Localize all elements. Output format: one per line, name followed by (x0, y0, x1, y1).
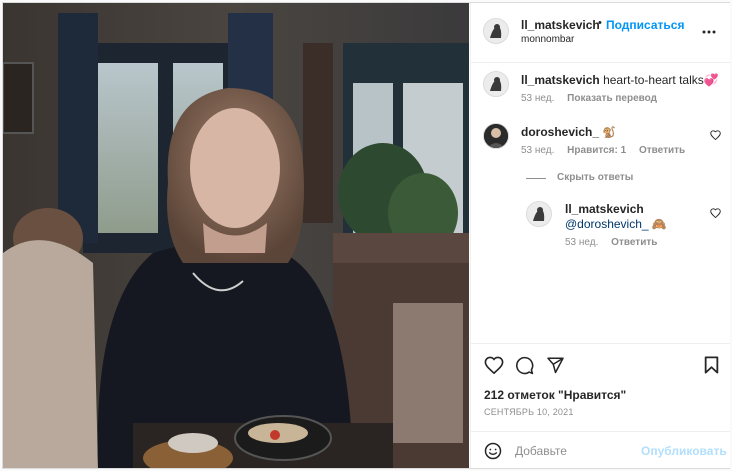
caption-time[interactable]: 53 нед. (521, 93, 554, 104)
comment-meta: 53 нед. Нравится: 1 Ответить (521, 145, 685, 156)
reply-time[interactable]: 53 нед. (565, 237, 598, 248)
reply-avatar[interactable] (526, 201, 552, 227)
bookmark-save-icon[interactable] (704, 356, 719, 374)
comment-like-heart-icon[interactable] (710, 130, 721, 140)
caption-text: heart-to-heart talks💞 (603, 73, 719, 87)
post-dialog: ll_matskevich • Подписаться monnombar ll… (2, 2, 730, 469)
more-options-icon[interactable] (702, 30, 716, 34)
avatar-image (484, 124, 508, 148)
post-photo[interactable] (3, 3, 469, 468)
follow-button[interactable]: Подписаться (606, 18, 684, 32)
comment-text: 🐒 (602, 127, 617, 139)
author-avatar[interactable] (483, 18, 509, 44)
comment-bubble-icon[interactable] (515, 356, 534, 375)
caption-meta: 53 нед. Показать перевод (521, 93, 657, 104)
caption-avatar[interactable] (483, 71, 509, 97)
publish-button[interactable]: Опубликовать (641, 444, 727, 458)
reply-text-row: @doroshevich_ 🙈 (565, 217, 667, 231)
header-dot-separator: • (598, 17, 602, 29)
post-header: ll_matskevich • Подписаться monnombar (471, 3, 730, 63)
comment-time[interactable]: 53 нед. (521, 145, 554, 156)
reply-text: 🙈 (651, 217, 667, 231)
author-username[interactable]: ll_matskevich (521, 18, 600, 32)
comment-text-row: doroshevich_ 🐒 (521, 125, 616, 139)
reply-mention[interactable]: @doroshevich_ (565, 217, 649, 231)
caption-text-row: ll_matskevich heart-to-heart talks💞 (521, 73, 719, 87)
avatar-image (484, 19, 508, 43)
comment-avatar[interactable] (483, 123, 509, 149)
comment-author[interactable]: doroshevich_ (521, 125, 599, 139)
likes-count[interactable]: 212 отметок "Нравится" (484, 388, 626, 402)
comment-reply-button[interactable]: Ответить (639, 145, 685, 156)
caption-author[interactable]: ll_matskevich (521, 73, 600, 87)
reply-like-heart-icon[interactable] (710, 208, 721, 218)
show-translation-button[interactable]: Показать перевод (567, 93, 657, 104)
post-location[interactable]: monnombar (521, 34, 574, 45)
reply-author[interactable]: ll_matskevich (565, 202, 644, 216)
like-heart-icon[interactable] (484, 356, 504, 374)
add-comment-bar: Опубликовать (471, 431, 730, 469)
emoji-icon[interactable] (484, 442, 502, 460)
post-sidebar: ll_matskevich • Подписаться monnombar ll… (470, 3, 730, 468)
reply-meta: 53 нед. Ответить (565, 237, 657, 248)
avatar-image (484, 72, 508, 96)
comment-likes[interactable]: Нравится: 1 (567, 145, 626, 156)
post-date: СЕНТЯБРЬ 10, 2021 (484, 407, 574, 417)
share-send-icon[interactable] (546, 356, 565, 374)
reply-reply-button[interactable]: Ответить (611, 237, 657, 248)
hide-replies-button[interactable]: Скрыть ответы (557, 172, 633, 183)
avatar-image (527, 202, 551, 226)
hide-replies-line (526, 178, 546, 179)
photo-image (3, 3, 469, 468)
